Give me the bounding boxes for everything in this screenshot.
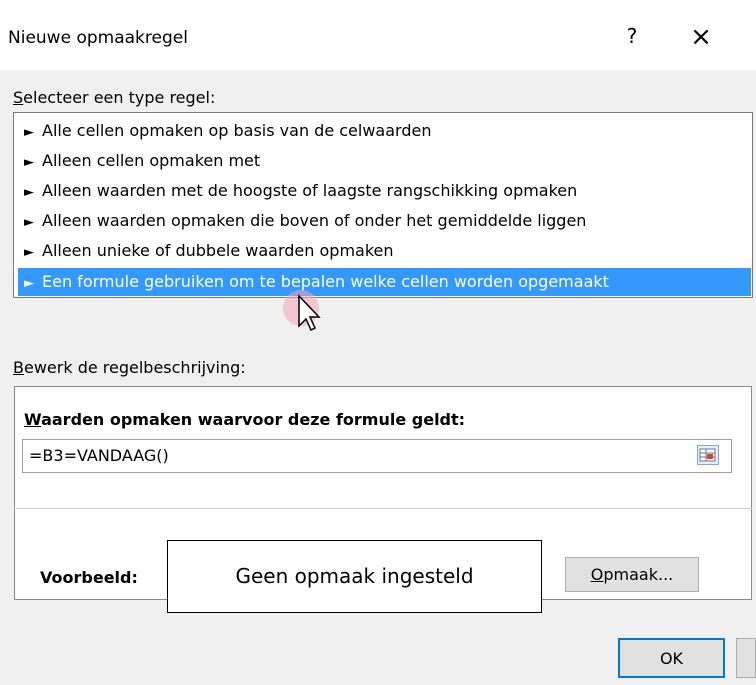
rule-type-option[interactable]: ► Alle cellen opmaken op basis van de cel…	[18, 117, 751, 145]
formula-label-accesskey: W	[24, 410, 42, 429]
range-selector-icon	[699, 448, 716, 462]
rule-type-option[interactable]: ► Een formule gebruiken om te bepalen wel…	[18, 268, 751, 296]
range-selector-button[interactable]	[697, 445, 719, 465]
rule-type-list[interactable]: ► Alle cellen opmaken op basis van de cel…	[13, 112, 753, 298]
edit-description-label: Bewerk de regelbeschrijving:	[13, 358, 246, 377]
formula-label-text: aarden opmaken waarvoor deze formule gel…	[41, 410, 466, 429]
format-button[interactable]: Opmaak...	[565, 557, 699, 592]
format-button-accesskey: O	[590, 565, 604, 584]
edit-description-label-text: ewerk de regelbeschrijving:	[23, 358, 246, 377]
dialog-title: Nieuwe opmaakregel	[8, 28, 188, 48]
rule-type-label-text: electeer een type regel:	[23, 88, 216, 107]
new-format-rule-dialog: Nieuwe opmaakregel ? × Selecteer een typ…	[0, 0, 756, 685]
format-button-text: pmaak...	[603, 565, 674, 584]
rule-type-option-label: Alleen waarden met de hoogste of laagste…	[42, 181, 578, 200]
preview-label: Voorbeeld:	[40, 568, 138, 587]
rule-type-option-label: Alleen unieke of dubbele waarden opmaken	[42, 241, 394, 260]
bullet-arrow-icon: ►	[24, 276, 34, 291]
edit-description-label-accesskey: B	[13, 358, 24, 377]
bullet-arrow-icon: ►	[24, 215, 34, 230]
rule-type-option-label: Alleen cellen opmaken met	[42, 151, 261, 170]
bullet-arrow-icon: ►	[24, 155, 34, 170]
formula-label: Waarden opmaken waarvoor deze formule ge…	[24, 410, 465, 429]
rule-type-option-label: Alle cellen opmaken op basis van de celw…	[42, 121, 432, 140]
help-button[interactable]: ?	[620, 24, 644, 52]
rule-type-option-label: Alleen waarden opmaken die boven of onde…	[42, 211, 587, 230]
close-button[interactable]: ×	[686, 22, 716, 52]
cancel-button-edge	[736, 638, 756, 678]
bullet-arrow-icon: ►	[24, 245, 34, 260]
preview-box: Geen opmaak ingesteld	[167, 540, 542, 613]
formula-input[interactable]: =B3=VANDAAG()	[22, 439, 732, 473]
ok-button[interactable]: OK	[618, 638, 725, 678]
rule-type-option[interactable]: ► Alleen waarden opmaken die boven of ond…	[18, 207, 751, 235]
rule-type-option-label: Een formule gebruiken om te bepalen welk…	[42, 272, 609, 291]
rule-type-option[interactable]: ► Alleen cellen opmaken met	[18, 147, 751, 175]
mouse-cursor-icon	[283, 290, 321, 332]
rule-type-option[interactable]: ► Alleen waarden met de hoogste of laagst…	[18, 177, 751, 205]
title-bar: Nieuwe opmaakregel ? ×	[0, 0, 756, 70]
rule-type-label: Selecteer een type regel:	[13, 88, 215, 107]
rule-type-label-accesskey: S	[13, 88, 24, 107]
rule-type-option[interactable]: ► Alleen unieke of dubbele waarden opmake…	[18, 237, 751, 265]
bullet-arrow-icon: ►	[24, 125, 34, 140]
bullet-arrow-icon: ►	[24, 185, 34, 200]
panel-divider	[14, 508, 752, 509]
